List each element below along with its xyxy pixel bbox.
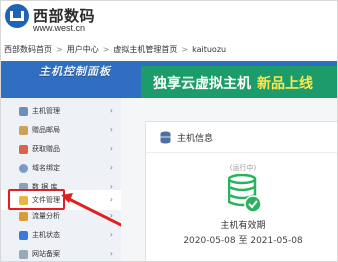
- host-info-card: 主机信息 (运行中) 主机有效期 2020-05-08 至 2021-05-08: [145, 121, 337, 261]
- chevron-right-icon: ›: [109, 163, 113, 172]
- sidebar-item-label: 域名绑定: [32, 164, 60, 172]
- chevron-right-icon: ›: [109, 106, 113, 115]
- promo-highlight: 新品上线: [257, 76, 313, 92]
- breadcrumb: 西部数码首页 > 用户中心 > 虚拟主机管理首页 > kaituozu: [1, 41, 337, 57]
- sidebar-item-host-manage[interactable]: 主机管理 ›: [1, 101, 121, 121]
- sidebar-item-domain-bind[interactable]: 域名绑定 ›: [1, 158, 121, 178]
- card-title: 主机信息: [177, 133, 214, 144]
- sidebar-item-label: 主机管理: [32, 107, 60, 115]
- sidebar-item-label: 赠品邮局: [32, 126, 60, 134]
- sidebar-item-label: 网站备案: [32, 250, 60, 258]
- breadcrumb-vhost-home[interactable]: 虚拟主机管理首页: [113, 44, 177, 55]
- chevron-right-icon: ›: [109, 125, 113, 134]
- sidebar-item-label: 主机状态: [32, 231, 60, 239]
- promo-text: 独享云虚拟主机: [153, 76, 251, 92]
- mail-icon: [19, 125, 28, 135]
- chart-icon: [19, 211, 28, 221]
- globe-icon: [19, 163, 28, 173]
- breadcrumb-separator: >: [181, 44, 189, 54]
- sidebar-item-mail[interactable]: 赠品邮局 ›: [1, 120, 121, 140]
- sidebar-item-gift[interactable]: 获取赠品 ›: [1, 139, 121, 159]
- breadcrumb-current: kaituozu: [192, 44, 227, 54]
- sidebar-item-label: 流量分析: [32, 212, 60, 220]
- chevron-right-icon: ›: [109, 144, 113, 153]
- sidebar-item-record[interactable]: 网站备案 ›: [1, 244, 121, 261]
- breadcrumb-home[interactable]: 西部数码首页: [4, 44, 52, 55]
- card-header: 主机信息: [146, 122, 337, 153]
- breadcrumb-user-center[interactable]: 用户中心: [67, 44, 99, 55]
- record-icon: [19, 249, 28, 259]
- chevron-right-icon: ›: [109, 249, 113, 258]
- annotation-highlight-box: [8, 189, 65, 210]
- site-header: 西部数码 www.west.cn: [1, 1, 337, 39]
- west-logo-icon[interactable]: [5, 4, 29, 28]
- host-status-text: (运行中): [229, 164, 257, 172]
- breadcrumb-separator: >: [56, 44, 63, 54]
- window: 西部数码 www.west.cn 西部数码首页 > 用户中心 > 虚拟主机管理首…: [0, 0, 338, 262]
- database-check-icon: [228, 174, 262, 213]
- database-icon: [160, 131, 171, 143]
- logo-url: www.west.cn: [33, 23, 86, 33]
- sidebar-title: 主机控制面板: [39, 65, 111, 78]
- validity-label: 主机有效期: [220, 221, 266, 231]
- sidebar-item-label: 获取赠品: [32, 145, 60, 153]
- validity-range: 2020-05-08 至 2021-05-08: [183, 236, 303, 246]
- promo-banner[interactable]: 独享云虚拟主机 新品上线: [141, 66, 337, 100]
- breadcrumb-separator: >: [102, 44, 110, 54]
- gift-icon: [19, 144, 28, 154]
- status-icon: [19, 230, 28, 240]
- monitor-icon: [19, 106, 28, 116]
